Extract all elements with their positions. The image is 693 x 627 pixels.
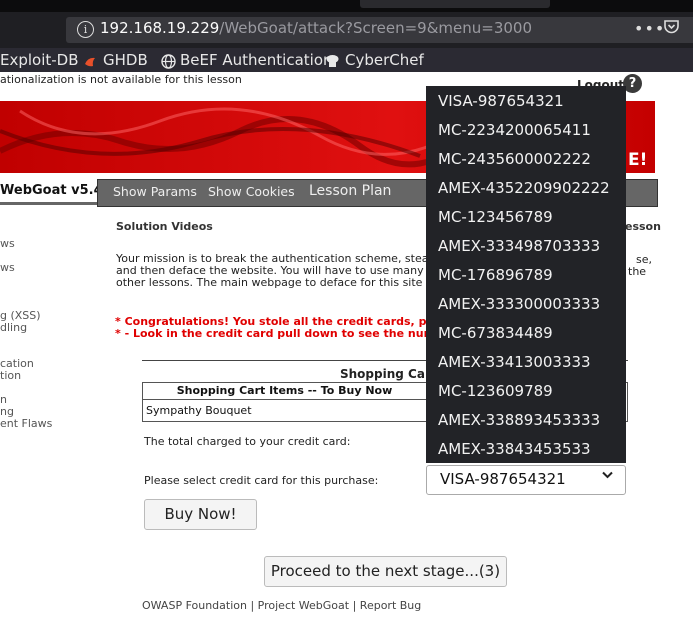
pocket-icon[interactable]	[663, 18, 680, 35]
more-actions-icon[interactable]: •••	[634, 19, 665, 38]
show-cookies-link[interactable]: Show Cookies	[208, 184, 295, 199]
cyberchef-icon	[326, 55, 339, 67]
bookmark-exploit-db[interactable]: Exploit-DB	[0, 51, 79, 69]
lesson-plan-link[interactable]: Lesson Plan	[309, 183, 391, 199]
bookmark-cyberchef[interactable]: CyberChef	[345, 51, 424, 69]
banner-text: E!	[628, 150, 648, 170]
total-label: The total charged to your credit card:	[144, 435, 351, 448]
bookmark-beef[interactable]: BeEF Authentication	[180, 51, 333, 69]
url-text[interactable]: 192.168.19.229/WebGoat/attack?Screen=9&m…	[100, 19, 532, 37]
i18n-notice: ationalization is not available for this…	[0, 73, 242, 86]
show-params-link[interactable]: Show Params	[113, 184, 197, 199]
url-path: /WebGoat/attack?Screen=9&menu=3000	[219, 19, 532, 37]
congrats-message: * - Look in the credit card pull down to…	[115, 327, 436, 340]
window-top-strip	[0, 0, 693, 12]
tab-edge[interactable]	[360, 0, 550, 8]
dropdown-option[interactable]: MC-2234200065411	[438, 121, 591, 139]
credit-card-selected-value: VISA-987654321	[440, 470, 566, 488]
dropdown-option[interactable]: MC-123456789	[438, 208, 553, 226]
solution-videos-link[interactable]: Solution Videos	[116, 220, 213, 233]
cart-item: Sympathy Bouquet	[146, 404, 252, 417]
proceed-button[interactable]: Proceed to the next stage...(3)	[264, 556, 507, 587]
cart-column-header: Shopping Cart Items -- To Buy Now	[143, 383, 427, 400]
bookmark-ghdb[interactable]: GHDB	[103, 51, 148, 69]
sidebar-item[interactable]: tion	[0, 370, 21, 382]
shopping-cart-title: Shopping Car	[340, 367, 431, 381]
dropdown-option[interactable]: MC-2435600002222	[438, 150, 591, 168]
dropdown-option[interactable]: AMEX-333300003333	[438, 295, 600, 313]
buy-now-button[interactable]: Buy Now!	[144, 499, 257, 530]
ghdb-icon	[85, 57, 95, 67]
dropdown-option[interactable]: MC-176896789	[438, 266, 553, 284]
url-host: 192.168.19.229	[100, 19, 220, 37]
mission-right-text: the	[628, 265, 647, 278]
footer-links[interactable]: OWASP Foundation | Project WebGoat | Rep…	[142, 599, 421, 612]
dropdown-option[interactable]: MC-673834489	[438, 324, 553, 342]
chevron-down-icon	[602, 471, 613, 479]
select-card-label: Please select credit card for this purch…	[144, 474, 379, 487]
dropdown-option[interactable]: AMEX-338893453333	[438, 411, 600, 429]
dropdown-option[interactable]: VISA-987654321	[438, 92, 564, 110]
sidebar-item[interactable]: ent Flaws	[0, 418, 52, 430]
dropdown-option[interactable]: AMEX-33843453533	[438, 440, 591, 458]
dropdown-option[interactable]: AMEX-333498703333	[438, 237, 600, 255]
sidebar-item[interactable]: ws	[0, 238, 15, 250]
info-icon[interactable]: i	[77, 21, 94, 38]
dropdown-option[interactable]: MC-123609789	[438, 382, 553, 400]
sidebar-item[interactable]: dling	[0, 322, 27, 334]
lesson-link-partial[interactable]: esson	[625, 220, 661, 233]
dropdown-option[interactable]: AMEX-33413003333	[438, 353, 591, 371]
globe-icon	[161, 54, 176, 69]
sidebar-item[interactable]: ws	[0, 262, 15, 274]
dropdown-option[interactable]: AMEX-4352209902222	[438, 179, 610, 197]
webgoat-title: WebGoat v5.4	[0, 183, 103, 205]
